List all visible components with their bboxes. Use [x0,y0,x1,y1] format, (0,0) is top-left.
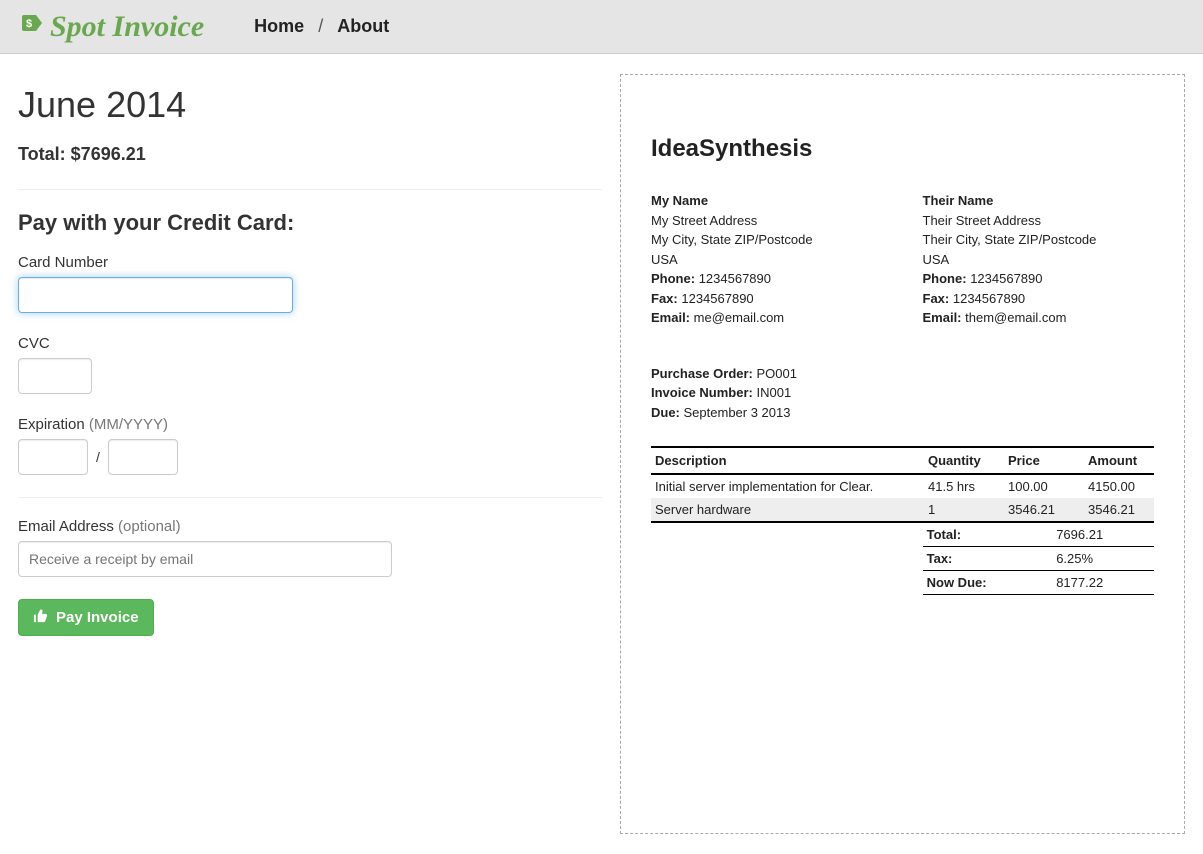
nav-separator: / [318,16,323,37]
col-price: Price [1004,447,1084,474]
topbar: $ Spot Invoice Home / About [0,0,1203,54]
due-date-value: September 3 2013 [684,405,791,420]
expiration-row: Expiration (MM/YYYY) / [18,416,602,475]
to-phone-label: Phone: [923,271,967,286]
po-value: PO001 [757,366,797,381]
expiration-label-text: Expiration [18,416,89,433]
pay-invoice-label: Pay Invoice [56,609,139,626]
nav-home[interactable]: Home [254,16,304,37]
thumbs-up-icon [33,608,48,627]
email-row: Email Address (optional) [18,518,602,577]
table-row: Server hardware 1 3546.21 3546.21 [651,498,1154,522]
exp-month-input[interactable] [18,439,88,475]
item-desc: Server hardware [651,498,924,522]
logo-tag-icon: $ [20,13,44,41]
cvc-row: CVC [18,335,602,394]
item-desc: Initial server implementation for Clear. [651,474,924,498]
invoice-document: IdeaSynthesis My Name My Street Address … [620,74,1185,834]
email-hint: (optional) [118,518,181,535]
nav: Home / About [254,16,389,37]
pay-heading: Pay with your Credit Card: [18,210,602,236]
to-country: USA [923,250,1155,270]
to-fax: 1234567890 [953,291,1025,306]
email-input[interactable] [18,541,392,577]
from-street: My Street Address [651,211,883,231]
page: June 2014 Total: $7696.21 Pay with your … [0,54,1203,854]
addresses: My Name My Street Address My City, State… [651,191,1154,328]
total-label: Total: [923,523,1053,547]
invoice-panel: IdeaSynthesis My Name My Street Address … [620,74,1203,834]
cvc-label: CVC [18,335,602,352]
from-email: me@email.com [694,310,785,325]
to-city: Their City, State ZIP/Postcode [923,230,1155,250]
item-amount: 4150.00 [1084,474,1154,498]
to-address: Their Name Their Street Address Their Ci… [923,191,1155,328]
exp-separator: / [96,449,100,465]
from-phone: 1234567890 [699,271,771,286]
nav-about[interactable]: About [337,16,389,37]
tax-value: 6.25% [1052,547,1154,571]
items-table: Description Quantity Price Amount Initia… [651,446,1154,523]
totals: Total: 7696.21 Tax: 6.25% Now Due: 8177.… [923,523,1154,595]
to-street: Their Street Address [923,211,1155,231]
total-value: $7696.21 [71,144,146,164]
from-country: USA [651,250,883,270]
due-date-label: Due: [651,405,680,420]
cvc-input[interactable] [18,358,92,394]
invoice-number-value: IN001 [756,385,791,400]
divider [18,497,602,498]
col-amount: Amount [1084,447,1154,474]
expiration-label: Expiration (MM/YYYY) [18,416,602,433]
email-label-text: Email Address [18,518,118,535]
to-phone: 1234567890 [970,271,1042,286]
item-price: 3546.21 [1004,498,1084,522]
tax-label: Tax: [923,547,1053,571]
expiration-hint: (MM/YYYY) [89,416,168,433]
pay-invoice-button[interactable]: Pay Invoice [18,599,154,636]
logo[interactable]: $ Spot Invoice [20,12,204,42]
total-label: Total: [18,144,66,164]
po-label: Purchase Order: [651,366,753,381]
divider [18,189,602,190]
card-number-label: Card Number [18,254,602,271]
from-fax: 1234567890 [681,291,753,306]
total-value: 7696.21 [1052,523,1154,547]
item-price: 100.00 [1004,474,1084,498]
total-line: Total: $7696.21 [18,144,602,165]
to-email: them@email.com [965,310,1066,325]
now-due-value: 8177.22 [1052,571,1154,595]
logo-text: Spot Invoice [50,12,204,42]
from-email-label: Email: [651,310,690,325]
card-number-row: Card Number [18,254,602,313]
svg-text:$: $ [26,18,32,30]
payment-panel: June 2014 Total: $7696.21 Pay with your … [0,74,620,834]
invoice-meta: Purchase Order: PO001 Invoice Number: IN… [651,364,1154,423]
col-description: Description [651,447,924,474]
item-amount: 3546.21 [1084,498,1154,522]
col-quantity: Quantity [924,447,1004,474]
to-fax-label: Fax: [923,291,950,306]
to-email-label: Email: [923,310,962,325]
from-address: My Name My Street Address My City, State… [651,191,883,328]
item-qty: 1 [924,498,1004,522]
invoice-company: IdeaSynthesis [651,135,1154,163]
table-row: Initial server implementation for Clear.… [651,474,1154,498]
now-due-label: Now Due: [923,571,1053,595]
exp-year-input[interactable] [108,439,178,475]
page-title: June 2014 [18,84,602,126]
email-label: Email Address (optional) [18,518,602,535]
from-name: My Name [651,191,883,211]
to-name: Their Name [923,191,1155,211]
from-fax-label: Fax: [651,291,678,306]
from-phone-label: Phone: [651,271,695,286]
card-number-input[interactable] [18,277,293,313]
from-city: My City, State ZIP/Postcode [651,230,883,250]
item-qty: 41.5 hrs [924,474,1004,498]
invoice-number-label: Invoice Number: [651,385,753,400]
